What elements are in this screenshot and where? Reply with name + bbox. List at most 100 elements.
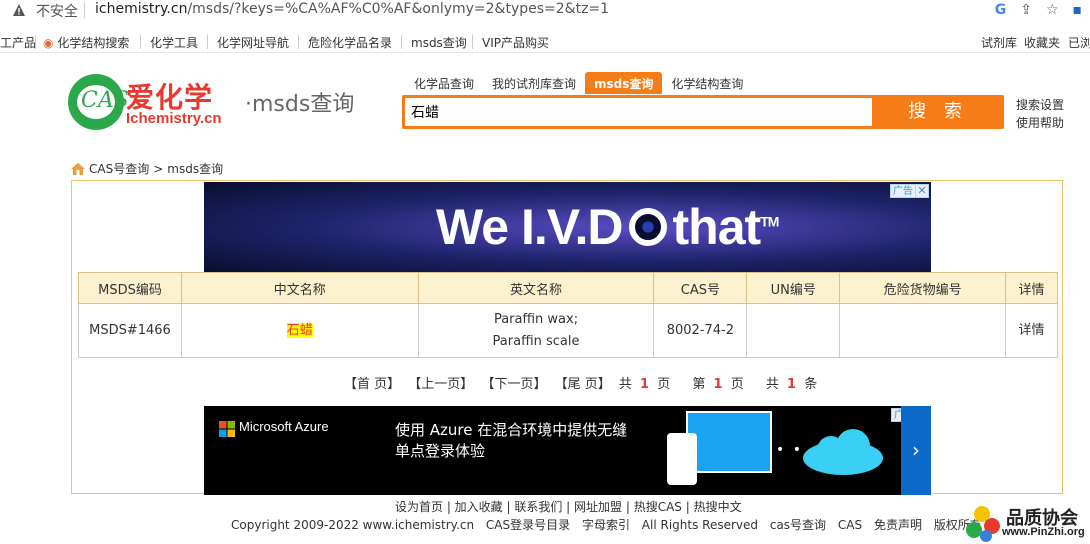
search-box: 搜 索 <box>402 95 1004 129</box>
breadcrumb-current: msds查询 <box>167 162 224 176</box>
ad-body-text: 使用 Azure 在混合环境中提供无缝单点登录体验 <box>395 421 628 460</box>
warning-icon <box>13 4 25 16</box>
extension-icon[interactable]: ▪ <box>1073 2 1083 18</box>
search-type-tabs: 化学品查询 我的试剂库查询 msds查询 化学结构查询 <box>405 72 752 94</box>
url-path: /msds/?keys=%CA%AF%C0%AF&onlymy=2&types=… <box>187 1 610 17</box>
en-name-cell: Paraffin wax; Paraffin scale <box>417 303 655 358</box>
col-header: 危险货物编号 <box>839 272 1006 304</box>
url-host: ichemistry.cn <box>95 1 188 17</box>
bookmark-star-icon[interactable]: ☆ <box>1046 2 1059 18</box>
bookmark-item[interactable]: 危险化学品名录 <box>308 34 392 51</box>
site-logo[interactable]: CAS 爱化学 Ichemistry.cn ·msds查询 <box>68 72 368 134</box>
footer-link[interactable]: cas号查询 <box>770 518 826 532</box>
browser-address-bar: 不安全 ichemistry.cn/msds/?keys=%CA%AF%C0%A… <box>0 0 1090 22</box>
search-button[interactable]: 搜 索 <box>872 95 1004 129</box>
pagination: 【首 页】 【上一页】 【下一页】 【尾 页】 共 1 页 第 1 页 共 1 … <box>344 373 825 392</box>
home-icon <box>71 162 85 175</box>
bookmark-item[interactable]: 试剂库 <box>981 34 1017 51</box>
bookmark-divider <box>401 35 402 49</box>
col-header: MSDS编码 <box>78 272 182 304</box>
cloud-icon <box>803 429 883 475</box>
breadcrumb-cas-link[interactable]: CAS号查询 <box>89 160 149 177</box>
footer-link[interactable]: CAS <box>838 518 862 532</box>
ad-eye-icon <box>628 208 667 246</box>
col-header: CAS号 <box>653 272 748 304</box>
footer-links[interactable]: 设为首页 | 加入收藏 | 联系我们 | 网址加盟 | 热搜CAS | 热搜中文 <box>395 498 742 515</box>
prev-page-link[interactable]: 【上一页】 <box>408 377 473 392</box>
cn-name-cell: 石蜡 <box>180 303 419 358</box>
watermark: 品质协会 www.PinZhi.org <box>962 504 1086 544</box>
tab-my-reagent-search[interactable]: 我的试剂库查询 <box>483 72 585 94</box>
bookmark-divider <box>35 35 36 49</box>
last-page-link[interactable]: 【尾 页】 <box>555 377 611 392</box>
bottom-ad-banner[interactable]: Microsoft Azure 使用 Azure 在混合环境中提供无缝单点登录体… <box>204 406 931 495</box>
footer-link[interactable]: 免责声明 <box>874 518 922 532</box>
bookmark-item[interactable]: 化学工具 <box>150 34 198 51</box>
google-icon[interactable]: G <box>995 2 1007 18</box>
msds-code: MSDS#1466 <box>78 303 182 358</box>
table-header-row: MSDS编码 中文名称 英文名称 CAS号 UN编号 危险货物编号 详情 <box>78 272 1058 304</box>
results-table: MSDS编码 中文名称 英文名称 CAS号 UN编号 危险货物编号 详情 MSD… <box>78 272 1058 358</box>
search-input[interactable] <box>405 98 872 126</box>
table-row[interactable]: MSDS#1466 石蜡 Paraffin wax; Paraffin scale… <box>78 303 1058 358</box>
logo-circle-icon: CAS <box>68 74 129 130</box>
footer-link[interactable]: 字母索引 <box>582 518 630 532</box>
bookmark-item[interactable]: 收藏夹 <box>1024 34 1060 51</box>
detail-link[interactable]: 详情 <box>1005 303 1058 358</box>
un-number <box>746 303 841 358</box>
bookmark-item[interactable]: msds查询 <box>411 34 467 51</box>
logo-cas-text: CAS <box>81 88 129 113</box>
en-name-line: Paraffin scale <box>492 333 580 349</box>
bookmark-item[interactable]: 已浏 <box>1068 34 1090 51</box>
watermark-url: www.PinZhi.org <box>1002 526 1085 538</box>
bookmark-divider <box>472 35 473 49</box>
first-page-link[interactable]: 【首 页】 <box>344 377 400 392</box>
current-page: 第 1 页 <box>692 377 744 392</box>
bookmark-label: 化学结构搜索 <box>57 36 130 50</box>
tab-msds-search[interactable]: msds查询 <box>585 72 663 94</box>
logo-domain: Ichemistry.cn <box>126 110 222 127</box>
monitor-illustration-icon <box>686 411 772 473</box>
bookmark-item[interactable]: ◉ 化学结构搜索 <box>43 34 129 51</box>
bookmark-favicon-icon: ◉ <box>43 36 54 50</box>
next-page-link[interactable]: 【下一页】 <box>481 377 546 392</box>
footer-copyright: Copyright 2009-2022 www.ichemistry.cn CA… <box>231 516 990 533</box>
results-panel: We I.V.D thatTM 广告 ✕ MSDS编码 中文名称 英文名称 CAS… <box>71 180 1063 495</box>
url-field[interactable]: ichemistry.cn/msds/?keys=%CA%AF%C0%AF&on… <box>95 1 609 17</box>
ad-tag[interactable]: 广告 <box>890 184 916 198</box>
ad-headline: We I.V.D thatTM <box>436 199 779 255</box>
bookmark-item[interactable]: VIP产品购买 <box>482 34 549 51</box>
bookmark-item[interactable]: 工产品 <box>0 34 36 51</box>
logo-subtitle: ·msds查询 <box>245 92 355 117</box>
breadcrumb: CAS号查询 > msds查询 <box>71 160 223 177</box>
rights-text: All Rights Reserved <box>641 518 759 532</box>
bookmark-divider <box>298 35 299 49</box>
ad-close-icon[interactable]: ✕ <box>915 184 929 198</box>
en-name-line: Paraffin wax; <box>493 311 579 327</box>
phone-illustration-icon <box>667 433 697 485</box>
bookmark-divider <box>207 35 208 49</box>
share-icon[interactable]: ⇪ <box>1020 2 1032 18</box>
ad-next-arrow-icon[interactable]: › <box>901 406 931 495</box>
col-header: UN编号 <box>746 272 841 304</box>
col-header: 英文名称 <box>417 272 655 304</box>
ad-brand: Microsoft Azure <box>239 419 329 434</box>
bookmark-divider <box>140 35 141 49</box>
top-ad-banner[interactable]: We I.V.D thatTM 广告 ✕ <box>204 182 931 272</box>
cas-number: 8002-74-2 <box>653 303 748 358</box>
bookmark-item[interactable]: 化学网址导航 <box>217 34 289 51</box>
microsoft-logo-icon <box>219 421 235 437</box>
total-pages: 共 1 页 <box>618 377 671 392</box>
footer-link[interactable]: CAS登录号目录 <box>486 518 570 532</box>
watermark-flower-icon <box>966 506 1000 542</box>
cn-name-link[interactable]: 石蜡 <box>286 322 313 338</box>
address-bar-actions: G ⇪ ☆ ▪ <box>995 2 1082 18</box>
insecure-label[interactable]: 不安全 <box>36 1 78 21</box>
tab-chemical-search[interactable]: 化学品查询 <box>405 72 483 94</box>
tab-structure-search[interactable]: 化学结构查询 <box>662 72 752 94</box>
search-settings-link[interactable]: 搜索设置 <box>1016 96 1064 114</box>
help-link[interactable]: 使用帮助 <box>1016 114 1064 132</box>
search-links: 搜索设置 使用帮助 <box>1016 96 1064 132</box>
col-header: 详情 <box>1005 272 1058 304</box>
copyright-text: Copyright 2009-2022 www.ichemistry.cn <box>231 518 475 532</box>
